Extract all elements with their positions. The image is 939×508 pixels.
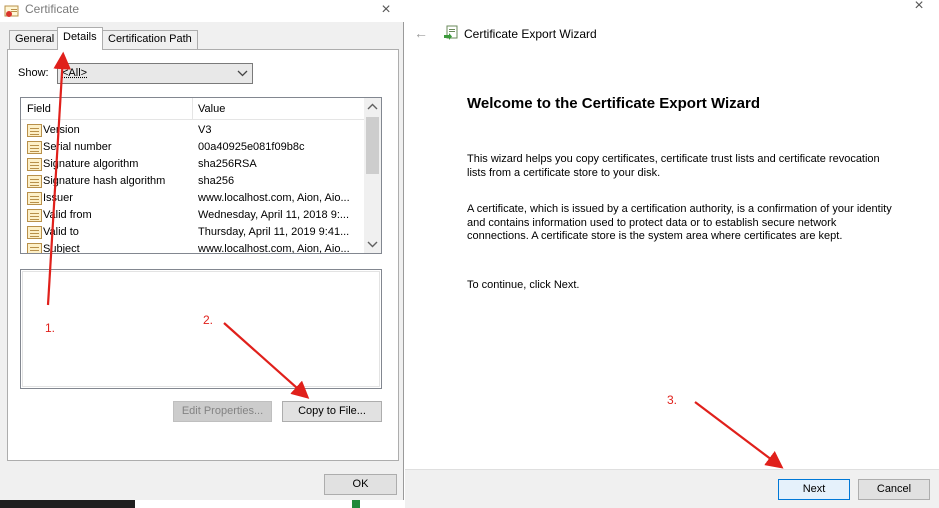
vertical-scrollbar[interactable] — [364, 98, 381, 253]
column-header-value[interactable]: Value — [198, 103, 225, 115]
field-icon — [27, 158, 42, 171]
ok-button[interactable]: OK — [324, 474, 397, 495]
field-name: Issuer — [43, 192, 73, 204]
chevron-down-icon — [237, 70, 248, 77]
export-wizard-window: × ← Certificate Export Wizard Welcome to… — [405, 0, 939, 508]
certificate-icon — [4, 5, 19, 17]
field-value: Wednesday, April 11, 2018 9:... — [198, 209, 350, 221]
scroll-up-icon[interactable] — [364, 101, 381, 113]
wizard-continue-text: To continue, click Next. — [467, 279, 580, 291]
column-header-field[interactable]: Field — [27, 103, 51, 115]
list-item[interactable]: Version V3 — [21, 123, 365, 140]
list-item[interactable]: Serial number 00a40925e081f09b8c — [21, 140, 365, 157]
text-line: and contains information used to protect… — [467, 216, 837, 229]
text-line: This wizard helps you copy certificates,… — [467, 153, 880, 165]
taskbar-fragment — [0, 500, 135, 508]
tab-certification-path[interactable]: Certification Path — [102, 30, 198, 49]
show-dropdown[interactable]: <All> — [57, 63, 253, 84]
text-line: connections. A certificate store is the … — [467, 230, 843, 242]
wizard-title: Certificate Export Wizard — [464, 27, 597, 41]
field-name: Subject — [43, 243, 80, 254]
field-detail-textbox[interactable] — [20, 269, 382, 389]
field-icon — [27, 175, 42, 188]
certificate-title-bar: Certificate × — [0, 0, 404, 22]
list-item[interactable]: Valid from Wednesday, April 11, 2018 9:.… — [21, 208, 365, 225]
field-name: Serial number — [43, 141, 112, 153]
field-value: sha256 — [198, 175, 235, 187]
tab-details[interactable]: Details — [57, 27, 103, 50]
wizard-heading: Welcome to the Certificate Export Wizard — [467, 95, 760, 112]
field-value: V3 — [198, 124, 212, 136]
field-icon — [27, 141, 42, 154]
field-list-header: Field Value — [21, 98, 365, 120]
field-icon — [27, 243, 42, 253]
field-rows: Version V3 Serial number 00a40925e081f09… — [21, 123, 365, 254]
cancel-button[interactable]: Cancel — [858, 479, 930, 500]
scroll-down-icon[interactable] — [364, 238, 381, 250]
show-dropdown-value: <All> — [62, 67, 88, 79]
field-value: sha256RSA — [198, 158, 257, 170]
list-item[interactable]: Subject www.localhost.com, Aion, Aio... — [21, 242, 365, 254]
field-icon — [27, 209, 42, 222]
edit-properties-button[interactable]: Edit Properties... — [173, 401, 272, 422]
close-icon[interactable]: × — [909, 0, 929, 15]
list-item[interactable]: Valid to Thursday, April 11, 2019 9:41..… — [21, 225, 365, 242]
field-icon — [27, 226, 42, 239]
certificate-window-title: Certificate — [25, 2, 80, 16]
next-button[interactable]: Next — [778, 479, 850, 500]
field-name: Signature hash algorithm — [43, 175, 166, 187]
field-value: Thursday, April 11, 2019 9:41... — [198, 226, 350, 238]
annotation-step-2: 2. — [203, 313, 214, 327]
certificate-dialog: Certificate × General Details Certificat… — [0, 0, 404, 500]
close-icon[interactable]: × — [376, 1, 396, 19]
field-value: www.localhost.com, Aion, Aio... — [198, 192, 350, 204]
field-value: www.localhost.com, Aion, Aio... — [198, 243, 350, 254]
taskbar-indicator — [352, 500, 360, 508]
list-item[interactable]: Signature algorithm sha256RSA — [21, 157, 365, 174]
text-line: A certificate, which is issued by a cert… — [467, 203, 892, 215]
back-arrow-icon[interactable]: ← — [414, 25, 428, 41]
field-list[interactable]: Field Value Version V3 Serial number 00a… — [20, 97, 382, 254]
list-item[interactable]: Issuer www.localhost.com, Aion, Aio... — [21, 191, 365, 208]
column-divider[interactable] — [192, 98, 193, 120]
field-icon — [27, 124, 42, 137]
tab-general[interactable]: General — [9, 30, 61, 49]
annotation-step-3: 3. — [667, 393, 678, 407]
field-name: Version — [43, 124, 80, 136]
field-name: Signature algorithm — [43, 158, 139, 170]
certificate-wizard-icon — [444, 25, 458, 40]
wizard-certificate-paragraph: A certificate, which is issued by a cert… — [467, 203, 907, 244]
field-value: 00a40925e081f09b8c — [198, 141, 305, 153]
annotation-step-1: 1. — [45, 321, 56, 335]
field-name: Valid to — [43, 226, 79, 238]
scrollbar-thumb[interactable] — [366, 117, 379, 174]
wizard-intro-paragraph: This wizard helps you copy certificates,… — [467, 153, 907, 180]
text-line: lists from a certificate store to your d… — [467, 166, 661, 179]
field-icon — [27, 192, 42, 205]
copy-to-file-button[interactable]: Copy to File... — [282, 401, 382, 422]
list-item[interactable]: Signature hash algorithm sha256 — [21, 174, 365, 191]
show-label: Show: — [18, 67, 49, 79]
field-name: Valid from — [43, 209, 92, 221]
